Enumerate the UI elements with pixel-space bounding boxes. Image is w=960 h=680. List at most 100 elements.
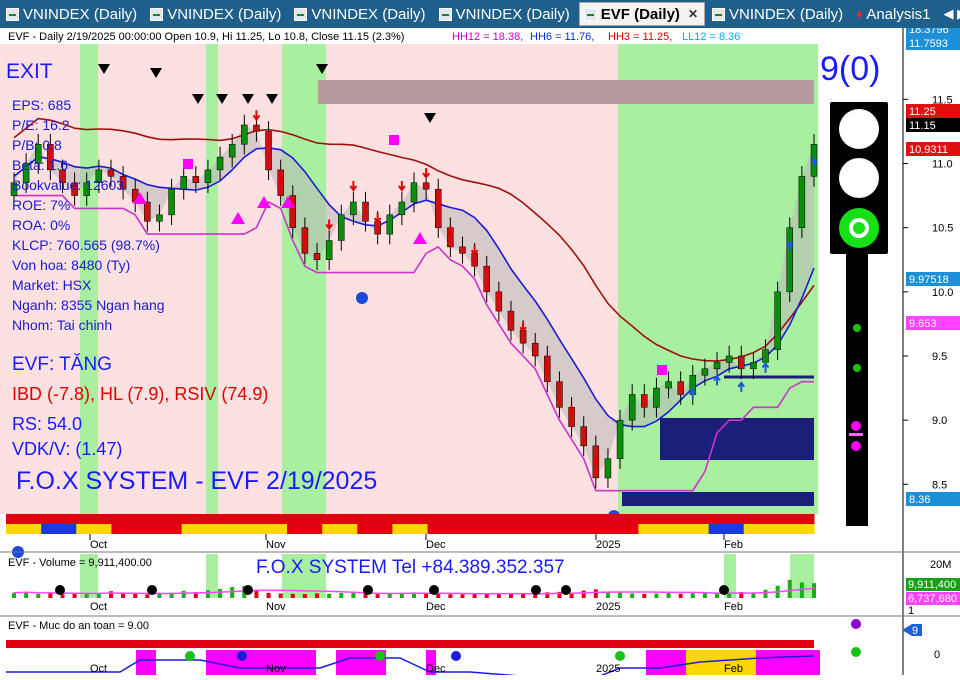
x-axis-label: Oct [90,539,107,551]
volume-dot-icon [531,585,541,595]
volume-bar [654,593,659,598]
volume-bar [12,592,16,598]
candle [459,246,466,254]
volume-bar [812,583,816,598]
signal-strip-bottom [111,524,148,534]
fundamental-1: P/E: 16.2 [12,117,70,133]
candle [762,349,769,363]
volume-bar [108,591,113,598]
volume-ma-badge-label: 6,737,680 [908,593,957,605]
hh3-label: HH3 = 11.25, [608,31,672,43]
chart-tab-icon [712,7,725,21]
signal-strip-bottom [41,524,77,534]
candle [653,387,660,408]
candle [483,265,490,293]
fundamental-7: KLCP: 760.565 (98.7%) [12,237,160,253]
candle [241,124,248,145]
chart-svg[interactable]: EVF - Daily 2/19/2025 00:00:00 Open 10.9… [0,22,960,680]
safety-badge-label: 9 [912,625,918,637]
signal-strip-bottom [392,524,429,534]
candle [180,176,187,190]
candle [422,182,430,190]
candle [325,240,333,260]
safety-x-label: 2025 [596,663,620,675]
signal-strip-bottom [497,524,534,534]
tab-label: VNINDEX (Daily) [455,5,570,23]
candle [313,253,321,260]
volume-bar [424,593,429,598]
candle [362,201,369,222]
signal-strip-bottom [146,524,183,534]
tab-scroll-buttons[interactable]: ◀ ▶ [940,2,960,26]
signal-strip-top [76,514,112,524]
volume-bar [205,590,210,598]
signal-strip-bottom [287,524,323,534]
safety-block [156,650,206,680]
candle [168,188,175,216]
tab-label: Analysis1 [866,5,931,23]
tab-5[interactable]: VNINDEX (Daily) [708,2,849,26]
tab-1[interactable]: VNINDEX (Daily) [146,2,287,26]
signal-strip-bottom [638,524,674,534]
volume-x-label: Dec [426,601,446,613]
volume-bar [448,594,453,598]
candle [725,355,733,363]
safety-block [136,650,156,680]
green-band-1 [206,44,218,514]
signal-strip-top [357,514,393,524]
fundamental-6: ROA: 0% [12,217,70,233]
volume-dot-icon [243,585,253,595]
pink-square-icon [389,135,399,145]
tab-2[interactable]: VNINDEX (Daily) [290,2,431,26]
volume-bar [145,594,150,598]
signal-strip-bottom [427,524,464,534]
signal-strip-bottom [181,524,218,534]
chart-area[interactable]: EVF - Daily 2/19/2025 00:00:00 Open 10.9… [0,22,960,680]
signal-strip-bottom [251,524,288,534]
safety-x-label: Nov [266,663,286,675]
ibd-label: IBD (-7.8), HL (7.9), RSIV (74.9) [12,384,268,404]
tab-0[interactable]: VNINDEX (Daily) [2,2,143,26]
y-tick-label: 10.0 [932,287,953,299]
volume-bar [230,587,235,598]
close-tab-icon[interactable]: ✕ [688,7,698,21]
safety-status-dot-icon [851,647,861,657]
candle [677,381,684,395]
volume-dot-icon [363,585,373,595]
safety-block [206,650,316,680]
hh6-label: HH6 = 11.76, [530,31,594,43]
signal-strip-bottom [603,524,639,534]
signal-strip-top [392,514,429,524]
signal-strip-top [111,514,148,524]
candle [774,291,781,350]
volume-header: EVF - Volume = 9,911,400.00 [8,557,152,569]
fundamental-0: EPS: 685 [12,97,71,113]
safety-dot-icon [185,651,195,661]
volume-bar [618,592,623,598]
safety-header: EVF - Muc do an toan = 9.00 [8,620,149,632]
volume-bar [157,593,162,598]
fundamental-11: Nhom: Tai chinh [12,317,112,333]
candle [253,124,260,132]
candle [265,131,272,171]
tab-4[interactable]: EVF (Daily) ✕ [578,2,705,26]
price-badge-label: 9.97518 [909,274,949,286]
fundamental-5: ROE: 7% [12,197,70,213]
candle [350,201,357,216]
candle [192,176,200,183]
y-tick-label: 10.5 [932,223,953,235]
tab-6[interactable]: ♦ Analysis1 [852,2,936,26]
safety-dot-icon [451,651,461,661]
volume-bar [593,589,598,598]
price-badge-label: 11.15 [909,120,936,132]
signal-strip-top [497,514,534,524]
volume-dot-icon [561,585,571,595]
fundamental-9: Market: HSX [12,277,92,293]
tab-label: VNINDEX (Daily) [729,5,844,23]
volume-bar [375,594,380,598]
volume-bar [133,593,138,598]
tab-3[interactable]: VNINDEX (Daily) [435,2,576,26]
resistance-box [318,80,814,104]
analysis-icon: ♦ [856,7,863,21]
signal-strip-bottom [322,524,358,534]
